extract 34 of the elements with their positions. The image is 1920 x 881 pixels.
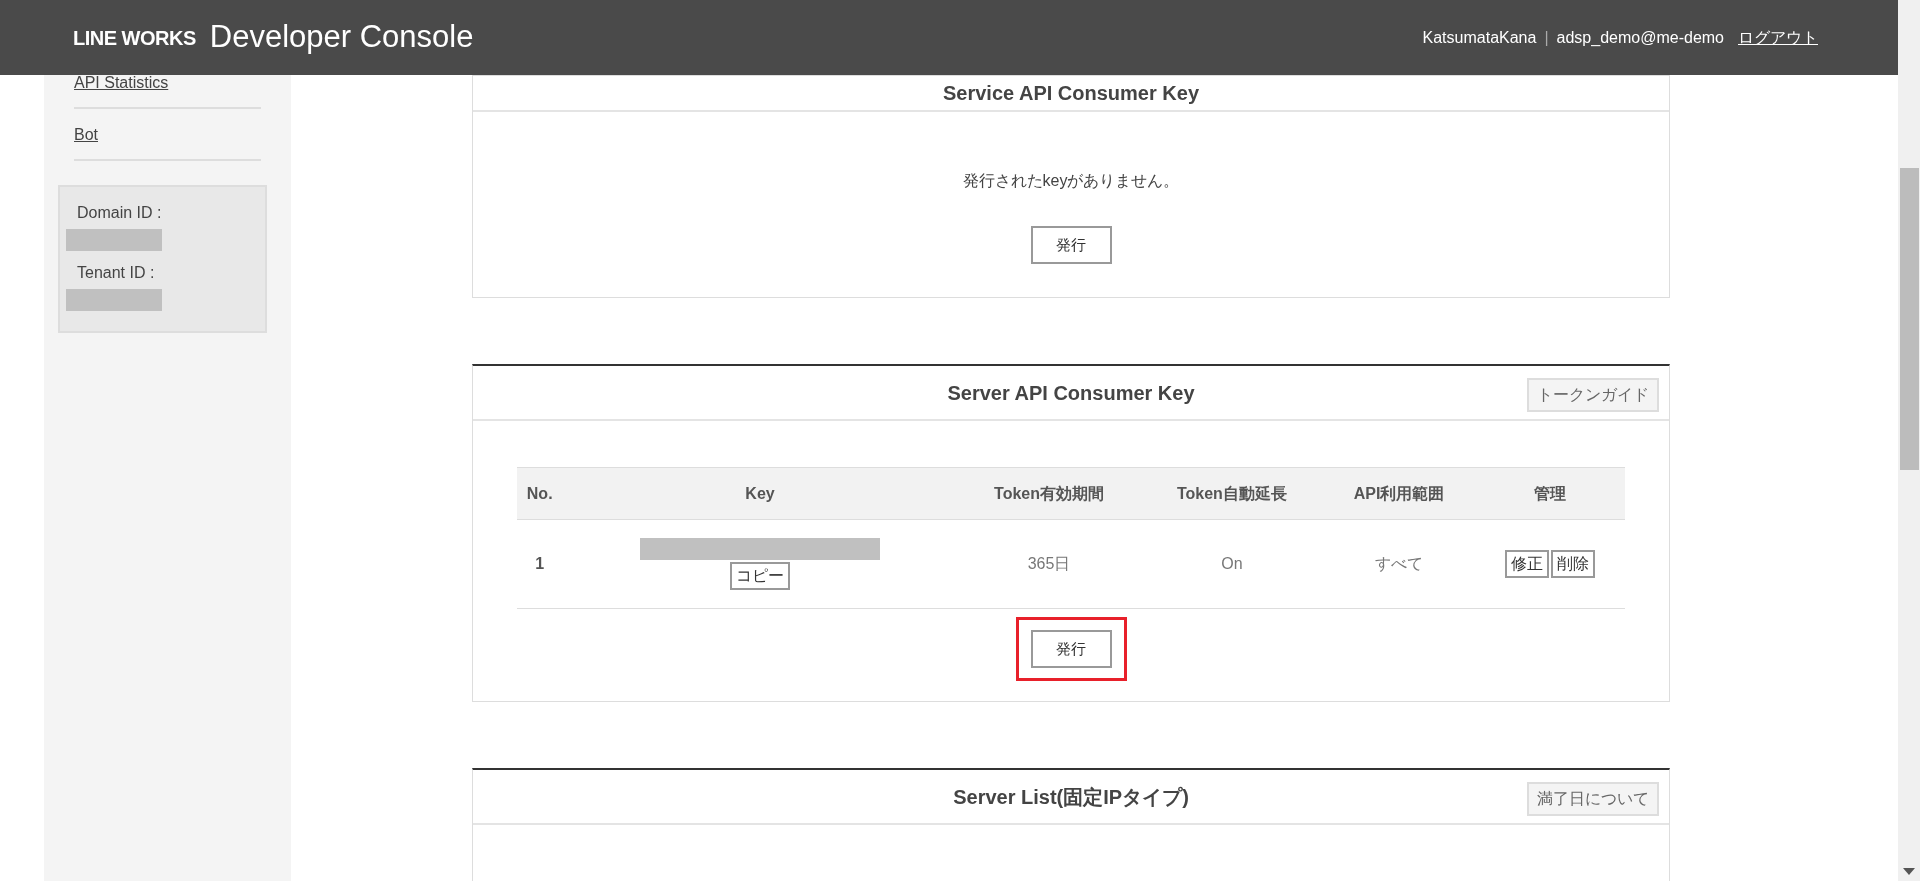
column-header: Token有効期間	[957, 467, 1141, 520]
table-cell: すべて	[1323, 519, 1475, 609]
sidebar-item[interactable]: Bot	[74, 123, 261, 161]
logout-link[interactable]: ログアウト	[1738, 25, 1818, 50]
table-cell: On	[1140, 519, 1324, 609]
section-title: Server List(固定IPタイプ)	[953, 784, 1189, 810]
column-header: API利用範囲	[1323, 467, 1475, 520]
issue-button[interactable]: 発行	[1030, 226, 1112, 264]
info-label: Domain ID :	[76, 203, 163, 223]
scrollbar[interactable]	[1898, 0, 1920, 881]
edit-button[interactable]: 修正	[1504, 549, 1549, 579]
table-cell: 1	[517, 519, 563, 609]
app-title: Developer Console	[209, 18, 474, 57]
column-header: Key	[562, 467, 958, 520]
column-header: No.	[517, 467, 563, 520]
separator: |	[1544, 27, 1549, 48]
column-header: Token自動延長	[1140, 467, 1324, 520]
guide-button[interactable]: トークンガイド	[1527, 378, 1659, 412]
user-name: KatsumataKana	[1422, 27, 1537, 48]
copy-button[interactable]: コピー	[730, 561, 790, 591]
info-label: Tenant ID :	[76, 263, 156, 283]
logo: LINE WORKS	[73, 25, 196, 51]
delete-button[interactable]: 削除	[1550, 549, 1595, 579]
section-title: Server API Consumer Key	[947, 380, 1195, 406]
scrollbar-thumb[interactable]	[1900, 168, 1919, 470]
issue-button[interactable]: 発行	[1030, 630, 1112, 668]
scroll-down-icon[interactable]	[1903, 868, 1915, 875]
empty-message: 発行されたkeyがありません。	[961, 171, 1181, 191]
guide-button[interactable]: 満了日について	[1527, 782, 1659, 816]
table-cell: 365日	[957, 519, 1141, 609]
account-name: adsp_demo@me-demo	[1556, 27, 1724, 48]
column-header: 管理	[1474, 467, 1625, 520]
sidebar-item[interactable]: API Statistics	[74, 71, 261, 109]
section-title: Service API Consumer Key	[942, 81, 1199, 106]
